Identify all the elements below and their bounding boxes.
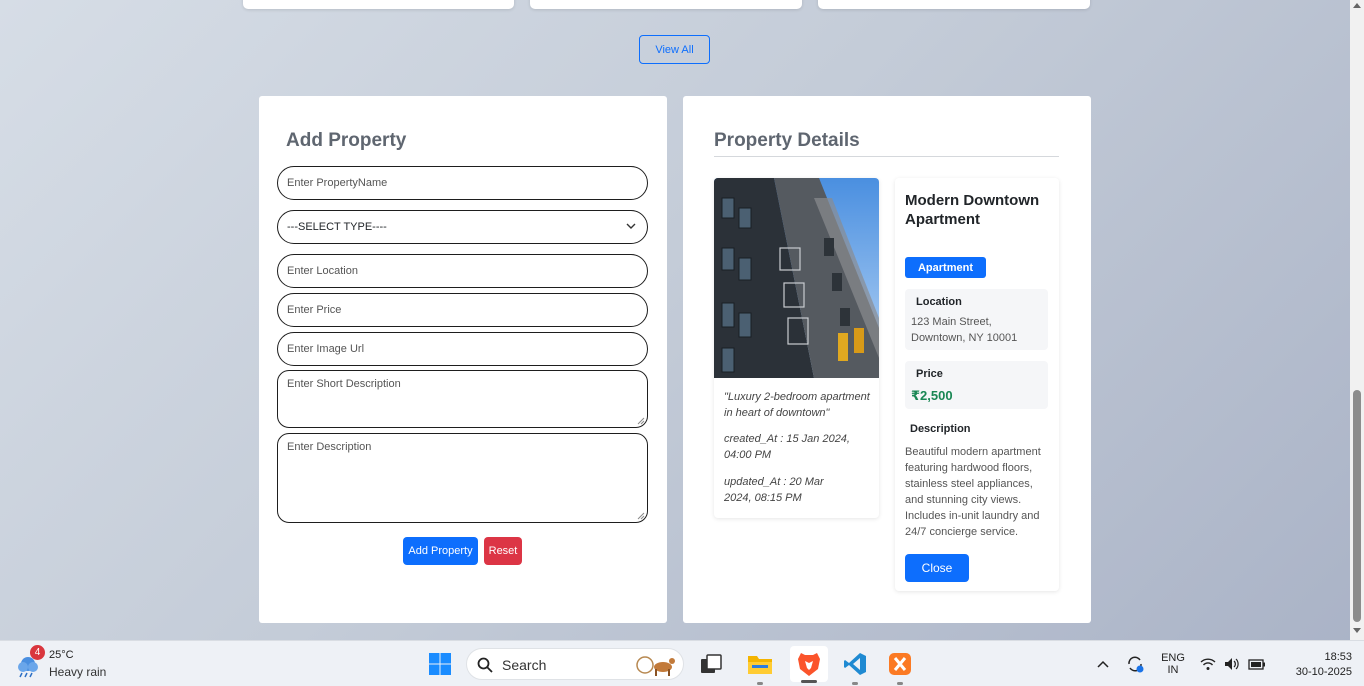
description-label: Description <box>910 423 971 435</box>
file-explorer-button[interactable] <box>745 649 775 685</box>
clock-time: 18:53 <box>1324 650 1352 663</box>
sync-button[interactable] <box>1124 653 1146 675</box>
property-name-input[interactable]: Enter PropertyName <box>277 166 648 200</box>
system-tray-status[interactable] <box>1200 654 1266 674</box>
short-description-placeholder: Enter Short Description <box>287 378 401 390</box>
property-info-card: Modern Downtown Apartment Apartment Loca… <box>895 178 1059 591</box>
taskbar: 4 25°C Heavy rain Search ENG IN 18:53 30… <box>0 640 1364 686</box>
task-view-icon <box>701 654 722 673</box>
scroll-down-icon[interactable] <box>1353 628 1361 634</box>
task-view-button[interactable] <box>697 649 725 679</box>
property-card[interactable] <box>818 0 1090 9</box>
short-description-text: "Luxury 2-bedroom apartment in heart of … <box>724 391 870 419</box>
chevron-up-icon <box>1097 660 1109 668</box>
clock[interactable]: 18:53 30-10-2025 <box>1278 648 1352 680</box>
language-code: ENG <box>1161 652 1185 664</box>
price-box: Price ₹2,500 <box>905 361 1048 409</box>
running-indicator <box>897 682 903 685</box>
battery-icon <box>1248 659 1265 670</box>
chevron-down-icon <box>626 223 636 229</box>
type-select-value: ---SELECT TYPE---- <box>287 221 387 233</box>
resize-handle-icon[interactable] <box>637 512 645 520</box>
add-property-button[interactable]: Add Property <box>403 537 478 565</box>
scroll-up-icon[interactable] <box>1353 2 1361 8</box>
description-placeholder: Enter Description <box>287 441 372 453</box>
brave-lion-icon <box>798 653 820 676</box>
property-image-card: "Luxury 2-bedroom apartment in heart of … <box>714 178 879 518</box>
wifi-icon <box>1200 658 1216 670</box>
page-scrollbar[interactable] <box>1350 0 1364 640</box>
location-box: Location 123 Main Street, Downtown, NY 1… <box>905 289 1048 350</box>
type-badge: Apartment <box>905 257 986 278</box>
add-property-panel: Add Property Enter PropertyName ---SELEC… <box>259 96 667 623</box>
description-text: Beautiful modern apartment featuring har… <box>905 446 1041 538</box>
scrollbar-thumb[interactable] <box>1353 390 1361 622</box>
type-select[interactable]: ---SELECT TYPE---- <box>277 210 648 244</box>
weather-badge: 4 <box>30 645 45 660</box>
close-button[interactable]: Close <box>905 554 969 582</box>
short-description-textarea[interactable]: Enter Short Description <box>277 370 648 428</box>
location-input[interactable]: Enter Location <box>277 254 648 288</box>
language-indicator[interactable]: ENG IN <box>1156 650 1190 678</box>
view-all-button[interactable]: View All <box>639 35 710 64</box>
vscode-button[interactable] <box>840 649 870 685</box>
property-details-panel: Property Details "Luxury 2-bedroom apart… <box>683 96 1091 623</box>
reset-button[interactable]: Reset <box>484 537 522 565</box>
sync-icon <box>1128 656 1144 673</box>
taskbar-search[interactable]: Search <box>466 648 684 680</box>
search-icon <box>477 657 493 673</box>
search-highlight-icon <box>636 656 675 676</box>
price-value: ₹2,500 <box>911 388 953 403</box>
property-name: Modern Downtown Apartment <box>905 192 1040 228</box>
property-card[interactable] <box>530 0 802 9</box>
region-code: IN <box>1167 664 1179 676</box>
folder-icon <box>748 656 772 674</box>
temperature-text: 25°C <box>49 649 74 661</box>
price-input[interactable]: Enter Price <box>277 293 648 327</box>
title-divider <box>714 156 1059 157</box>
property-image <box>714 178 879 378</box>
show-hidden-icons-button[interactable] <box>1094 655 1112 673</box>
resize-handle-icon[interactable] <box>637 417 645 425</box>
xampp-icon <box>889 653 911 675</box>
xampp-button[interactable] <box>885 649 915 685</box>
volume-icon <box>1225 658 1239 670</box>
brave-browser-button[interactable] <box>790 646 828 683</box>
running-indicator <box>852 682 858 685</box>
image-url-input[interactable]: Enter Image Url <box>277 332 648 366</box>
updated-at-text: updated_At : 20 Mar 2024, 08:15 PM <box>724 476 824 504</box>
created-at-text: created_At : 15 Jan 2024, 04:00 PM <box>724 433 850 461</box>
property-details-title: Property Details <box>714 130 860 151</box>
property-card[interactable] <box>243 0 514 9</box>
windows-logo-icon <box>429 653 451 675</box>
start-button[interactable] <box>425 649 455 679</box>
price-label: Price <box>916 368 943 380</box>
location-label: Location <box>916 296 962 308</box>
running-indicator <box>757 682 763 685</box>
clock-date: 30-10-2025 <box>1295 665 1352 678</box>
description-textarea[interactable]: Enter Description <box>277 433 648 523</box>
weather-widget[interactable]: 4 25°C Heavy rain <box>14 645 114 681</box>
search-label: Search <box>502 657 547 673</box>
add-property-title: Add Property <box>286 130 407 151</box>
active-indicator <box>801 680 817 683</box>
vscode-icon <box>844 653 866 675</box>
weather-condition-text: Heavy rain <box>49 665 107 679</box>
location-value: 123 Main Street, Downtown, NY 10001 <box>911 316 1018 344</box>
